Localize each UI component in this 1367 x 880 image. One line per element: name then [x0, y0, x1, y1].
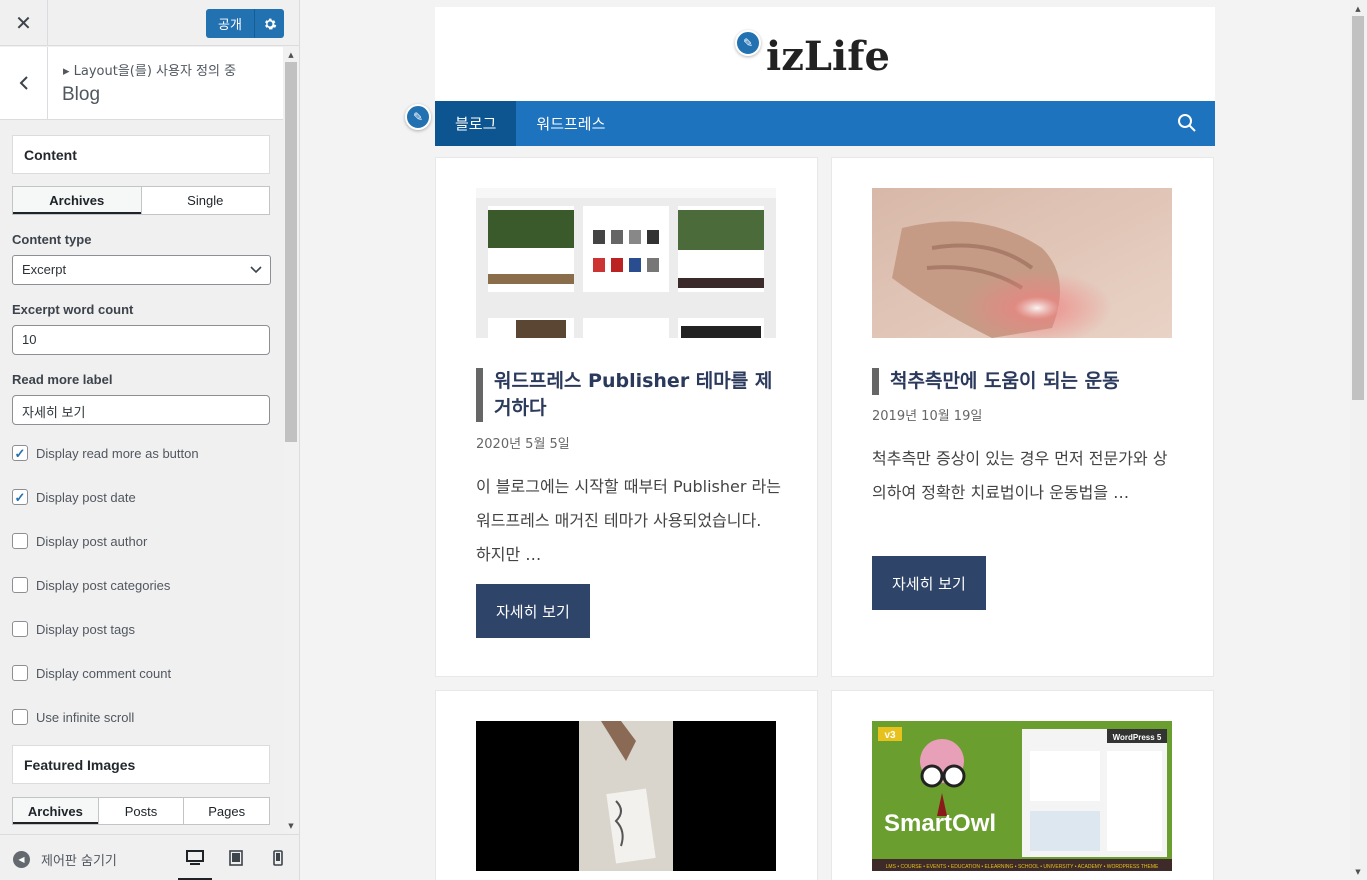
tab-single[interactable]: Single	[142, 187, 270, 214]
thumb-footer-text: LMS • COURSE • EVENTS • EDUCATION • ELEA…	[886, 864, 1159, 870]
site-logo[interactable]: izLife	[766, 33, 890, 80]
customizer-header: ✕ 공개	[0, 0, 299, 46]
content-type-select[interactable]: Excerpt	[12, 255, 271, 285]
checkbox-label: Use infinite scroll	[36, 709, 135, 725]
tab-featured-posts[interactable]: Posts	[99, 798, 185, 824]
checkbox-option[interactable]: Display post categories	[12, 576, 170, 594]
checkmark-icon[interactable]: ✓	[12, 445, 28, 461]
checkbox-option[interactable]: Display post author	[12, 532, 147, 550]
checkbox-option[interactable]: ✓ Display read more as button	[12, 444, 199, 462]
checkbox-label: Display post tags	[36, 621, 135, 637]
post-thumbnail[interactable]	[476, 721, 776, 871]
primary-navigation: 블로그 워드프레스	[435, 101, 1215, 146]
content-type-label: Content type	[12, 232, 92, 247]
chevron-down-icon	[250, 260, 262, 283]
gear-icon	[264, 18, 276, 29]
chevron-left-icon	[19, 76, 28, 90]
checkbox-empty[interactable]	[12, 709, 28, 725]
content-panel-title: Content	[12, 135, 270, 174]
thumb-brand-text: SmartOwl	[884, 810, 996, 837]
thumb-wp-text: WordPress 5	[1113, 733, 1162, 742]
sidebar-scrollbar-thumb[interactable]	[285, 62, 297, 442]
checkbox-option[interactable]: Display comment count	[12, 664, 171, 682]
content-tabs: Archives Single	[12, 186, 270, 215]
back-button[interactable]	[0, 47, 48, 119]
collapse-icon: ◀	[13, 851, 30, 868]
read-more-button[interactable]: 자세히 보기	[476, 584, 590, 638]
post-title[interactable]: 척추측만에 도움이 되는 운동	[872, 368, 1172, 395]
breadcrumb: ▸ Layout을(를) 사용자 정의 중	[63, 64, 237, 79]
read-more-button[interactable]: 자세히 보기	[872, 556, 986, 610]
post-thumbnail[interactable]: v3 SmartOwl WordPress 5 LMS • COURSE • E…	[872, 721, 1172, 871]
preview-scrollbar-thumb[interactable]	[1352, 16, 1364, 400]
checkbox-option[interactable]: ✓ Display post date	[12, 488, 136, 506]
checkbox-empty[interactable]	[12, 665, 28, 681]
checkbox-option[interactable]: Use infinite scroll	[12, 708, 134, 726]
site-preview: izLife ✎ 블로그 워드프레스 ✎ 워드프레스 Publisher 테마를…	[300, 0, 1350, 880]
excerpt-count-input[interactable]: 10	[12, 325, 270, 355]
post-date: 2020년 5월 5일	[476, 437, 570, 452]
tablet-icon	[229, 850, 243, 866]
site-header: izLife	[435, 7, 1215, 101]
featured-images-tabs: Archives Posts Pages	[12, 797, 270, 825]
desktop-preview-button[interactable]	[178, 849, 212, 880]
post-excerpt: 척추측만 증상이 있는 경우 먼저 전문가와 상의하여 정확한 치료법이나 운동…	[872, 449, 1168, 502]
customizer-sidebar: ✕ 공개 ▸ Layout을(를) 사용자 정의 중 Blog ▲ ▼ Cont…	[0, 0, 300, 880]
featured-images-panel-title: Featured Images	[12, 745, 270, 784]
tab-featured-pages[interactable]: Pages	[184, 798, 269, 824]
section-title: Blog	[62, 84, 101, 105]
publish-button[interactable]: 공개	[206, 9, 254, 38]
post-card: 척추측만에 도움이 되는 운동 2019년 10월 19일 척추측만 증상이 있…	[831, 157, 1214, 677]
checkbox-label: Display post author	[36, 533, 148, 549]
tablet-preview-button[interactable]	[225, 849, 247, 867]
publish-settings-button[interactable]	[254, 9, 284, 38]
checkbox-label: Display comment count	[36, 665, 172, 681]
read-more-label: Read more label	[12, 372, 113, 387]
mobile-icon	[273, 850, 283, 866]
customizer-footer: ◀ 제어판 숨기기	[0, 834, 299, 880]
thumb-version-text: v3	[884, 730, 896, 741]
mobile-preview-button[interactable]	[267, 849, 289, 867]
post-title[interactable]: 워드프레스 Publisher 테마를 제거하다	[476, 368, 776, 422]
post-card	[435, 690, 818, 880]
checkbox-label: Display read more as button	[36, 445, 199, 461]
post-card: 워드프레스 Publisher 테마를 제거하다 2020년 5월 5일 이 블…	[435, 157, 818, 677]
close-customizer-button[interactable]: ✕	[0, 0, 48, 46]
post-excerpt: 이 블로그에는 시작할 때부터 Publisher 라는 워드프레스 매거진 테…	[476, 477, 781, 564]
checkbox-empty[interactable]	[12, 577, 28, 593]
post-thumbnail[interactable]	[476, 188, 776, 338]
hide-controls-button[interactable]: ◀ 제어판 숨기기	[13, 850, 117, 869]
scroll-up-icon[interactable]: ▲	[1352, 3, 1364, 15]
section-header: ▸ Layout을(를) 사용자 정의 중 Blog	[0, 47, 283, 120]
scroll-down-icon[interactable]: ▼	[1352, 866, 1364, 878]
checkbox-option[interactable]: Display post tags	[12, 620, 135, 638]
excerpt-count-label: Excerpt word count	[12, 302, 134, 317]
pencil-icon[interactable]: ✎	[405, 104, 431, 130]
search-icon[interactable]	[1177, 113, 1197, 133]
checkbox-label: Display post categories	[36, 577, 171, 593]
checkbox-label: Display post date	[36, 489, 136, 505]
tab-featured-archives[interactable]: Archives	[13, 798, 99, 824]
nav-item-blog[interactable]: 블로그	[435, 101, 517, 146]
nav-item-wordpress[interactable]: 워드프레스	[516, 101, 625, 146]
content-type-value: Excerpt	[22, 262, 67, 277]
scroll-up-icon[interactable]: ▲	[285, 49, 297, 61]
desktop-icon	[186, 850, 204, 865]
post-card: v3 SmartOwl WordPress 5 LMS • COURSE • E…	[831, 690, 1214, 880]
pencil-icon[interactable]: ✎	[735, 30, 761, 56]
tab-archives[interactable]: Archives	[13, 187, 142, 214]
checkmark-icon[interactable]: ✓	[12, 489, 28, 505]
read-more-input[interactable]: 자세히 보기	[12, 395, 270, 425]
post-date: 2019년 10월 19일	[872, 409, 983, 424]
scroll-down-icon[interactable]: ▼	[285, 820, 297, 832]
post-thumbnail[interactable]	[872, 188, 1172, 338]
checkbox-empty[interactable]	[12, 533, 28, 549]
hide-controls-label: 제어판 숨기기	[41, 854, 117, 869]
checkbox-empty[interactable]	[12, 621, 28, 637]
